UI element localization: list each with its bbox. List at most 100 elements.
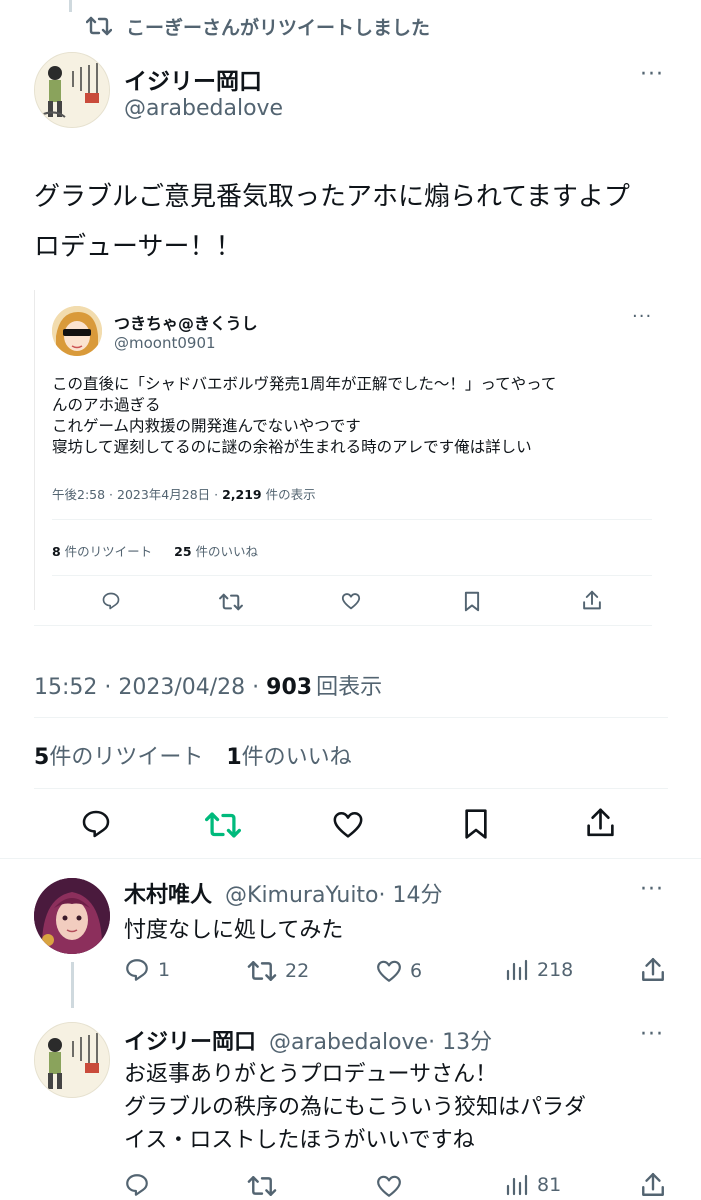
author-name[interactable]: イジリー岡口 [124,62,262,96]
reply-time[interactable]: · 14分 [379,883,443,908]
retweet-icon [247,961,277,981]
retweet-banner: こーぎーさんがリツイートしました [86,11,430,41]
retweets-count[interactable]: 5 [34,745,49,770]
retweet-count: 22 [285,960,310,982]
quoted-body-line: これゲーム内救援の開発進んでないやつです [52,417,361,435]
quoted-author-handle[interactable]: @moont0901 [114,334,216,352]
reply-more-options-icon[interactable]: ··· [640,877,664,902]
likes-label[interactable]: 件のいいね [242,745,352,770]
share-icon [642,957,664,981]
quoted-more-options-icon[interactable]: ··· [632,306,652,327]
divider [34,717,668,718]
tweet-body: グラブルご意見番気取ったアホに煽られてますよプ ロデューサー！！ [34,172,630,272]
quoted-retweet-button[interactable] [219,592,243,612]
quoted-likes-label[interactable]: 件のいいね [192,544,259,559]
reply-avatar[interactable] [34,878,110,954]
retweet-button[interactable] [205,810,241,840]
tweet-timestamp-row: 15:52 · 2023/04/28 · 903 回表示 [34,669,382,701]
reply-author-handle[interactable]: @KimuraYuito [225,883,379,908]
share-icon [642,1172,664,1196]
quoted-tweet-body: この直後に「シャドバエボルヴ発売1周年が正解でした～！」ってやって んのアホ過ぎ… [52,374,556,458]
views-count: 81 [537,1174,562,1196]
heart-icon [341,593,361,610]
quoted-body-line: んのアホ過ぎる [52,396,161,414]
quoted-retweets-label[interactable]: 件のリツイート [61,544,153,559]
reply-body: 忖度なしに処してみた [124,918,344,943]
reply-avatar[interactable] [34,1022,110,1098]
views-label: 回表示 [316,675,383,700]
reply-views-button[interactable]: 81 [505,1173,561,1197]
engagement-stats: 5件のリツイート 1件のいいね [34,739,352,771]
quoted-body-line: この直後に「シャドバエボルヴ発売1周年が正解でした～！」ってやって [52,375,557,393]
quoted-author-name[interactable]: つきちゃ@きくうし [114,310,258,334]
reply-reply-button[interactable] [124,1172,150,1198]
thread-connector-top [69,0,72,12]
quoted-retweets-count[interactable]: 8 [52,544,61,559]
quoted-bookmark-button[interactable] [464,591,480,612]
retweet-icon [86,15,112,37]
reply-count: 1 [158,959,171,981]
reply-like-button[interactable] [376,1174,402,1198]
tweet-timestamp[interactable]: 15:52 · 2023/04/28 · [34,675,266,700]
quoted-body-line: 寝坊して遅刻してるのに謎の余裕が生まれる時のアレです俺は詳しい [52,438,532,456]
reply-share-button[interactable] [641,957,665,983]
divider [34,625,652,626]
quoted-tweet-meta: 午後2:58 · 2023年4月28日 · 2,219 件の表示 [52,484,316,503]
divider [52,519,652,520]
reply-views-button[interactable]: 218 [505,958,573,982]
views-count: 218 [537,959,574,981]
reply-share-button[interactable] [641,1172,665,1198]
reply-body-line: イス・ロストしたほうがいいですね [124,1128,475,1153]
quoted-views-count: 2,219 [222,487,262,502]
bookmark-button[interactable] [464,808,488,840]
reply-icon [102,592,120,610]
likes-count[interactable]: 1 [226,745,241,770]
reply-like-button[interactable]: 6 [376,959,422,983]
reply-icon [82,810,110,838]
bookmark-icon [464,591,480,612]
quoted-likes-count[interactable]: 25 [174,544,191,559]
analytics-icon [506,959,528,981]
reply-icon [126,1174,148,1196]
retweets-label[interactable]: 件のリツイート [49,745,203,770]
author-handle[interactable]: @arabedalove [124,96,283,121]
share-button[interactable] [586,807,615,839]
like-button[interactable] [332,810,364,839]
quoted-engagement-stats: 8 件のリツイート 25 件のいいね [52,541,258,560]
reply-author-name[interactable]: イジリー岡口 [124,1030,256,1055]
quoted-reply-button[interactable] [101,591,121,611]
reply-header: イジリー岡口 @arabedalove· 13分 [124,1024,492,1056]
reply-retweet-button[interactable] [247,1174,277,1198]
more-options-icon[interactable]: ··· [640,62,664,87]
thread-connector [71,962,74,1008]
divider [52,575,652,576]
share-icon [587,808,614,837]
divider [34,788,668,789]
retweet-icon [219,593,243,611]
heart-icon [377,1175,401,1197]
reply-time[interactable]: · 13分 [428,1030,492,1055]
quoted-avatar[interactable] [52,306,102,356]
divider [0,858,701,859]
tweet-body-line: ロデューサー！！ [34,232,242,262]
reply-body-line: お返事ありがとうプロデューサさん！ [124,1062,498,1087]
reply-more-options-icon[interactable]: ··· [640,1022,664,1047]
bookmark-icon [465,809,487,839]
reply-retweet-button[interactable]: 22 [247,959,309,983]
quoted-share-button[interactable] [582,590,602,611]
like-count: 6 [410,960,423,982]
quoted-like-button[interactable] [341,592,361,610]
share-icon [583,590,601,610]
reply-author-handle[interactable]: @arabedalove [269,1030,428,1055]
reply-body-line: グラブルの秩序の為にもこういう狡知はパラダ [124,1095,587,1120]
retweet-banner-text: こーぎーさんがリツイートしました [126,16,431,39]
avatar[interactable] [34,52,110,128]
reply-button[interactable] [80,808,112,840]
tweet-body-line: グラブルご意見番気取ったアホに煽られてますよプ [34,182,630,212]
views-count: 903 [266,675,313,700]
reply-author-name[interactable]: 木村唯人 [124,883,212,908]
heart-icon [377,960,401,982]
reply-icon [126,959,148,981]
reply-reply-button[interactable]: 1 [124,957,170,983]
quoted-timestamp[interactable]: 午後2:58 · 2023年4月28日 · [52,487,222,502]
